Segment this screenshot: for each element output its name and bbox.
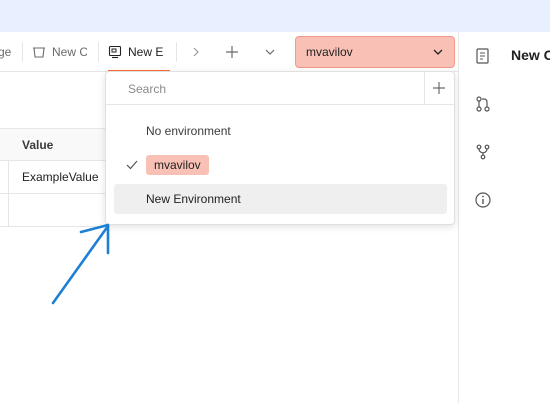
annotation-arrow-icon [51, 223, 110, 305]
